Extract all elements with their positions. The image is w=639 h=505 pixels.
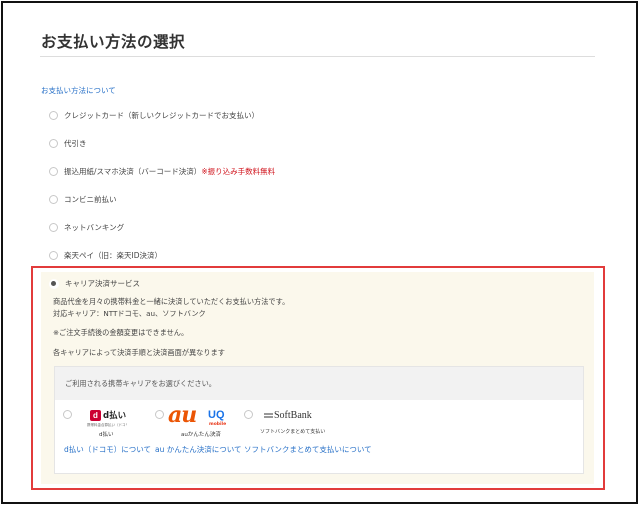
- payment-option-rakuten-pay[interactable]: 楽天ペイ（旧：楽天ID決済）: [49, 250, 162, 261]
- radio-net-banking[interactable]: [49, 223, 58, 232]
- radio-credit-card[interactable]: [49, 111, 58, 120]
- radio-cod[interactable]: [49, 139, 58, 148]
- option-label: 代引き: [64, 139, 87, 148]
- radio-transfer-slip[interactable]: [49, 167, 58, 176]
- option-label: コンビニ前払い: [64, 195, 117, 204]
- option-label: 楽天ペイ（旧：楽天ID決済）: [64, 251, 162, 260]
- title-divider: [40, 56, 595, 57]
- payment-option-convenience-store[interactable]: コンビニ前払い: [49, 194, 117, 205]
- payment-option-credit-card[interactable]: クレジットカード（新しいクレジットカードでお支払い）: [49, 110, 259, 121]
- option-label: ネットバンキング: [64, 223, 125, 232]
- option-label: 振込用紙/スマホ決済（バーコード決済）: [64, 167, 202, 176]
- radio-convenience-store[interactable]: [49, 195, 58, 204]
- radio-rakuten-pay[interactable]: [49, 251, 58, 260]
- payment-option-net-banking[interactable]: ネットバンキング: [49, 222, 124, 233]
- fee-free-note: ※振り込み手数料無料: [201, 167, 276, 176]
- carrier-highlight-outline: [31, 266, 605, 490]
- payment-methods-info-link[interactable]: お支払い方法について: [41, 85, 116, 96]
- payment-option-bank-transfer-slip[interactable]: 振込用紙/スマホ決済（バーコード決済） ※振り込み手数料無料: [49, 166, 275, 177]
- payment-option-cod[interactable]: 代引き: [49, 138, 87, 149]
- option-label: クレジットカード（新しいクレジットカードでお支払い）: [64, 111, 259, 120]
- page-title: お支払い方法の選択: [41, 33, 186, 51]
